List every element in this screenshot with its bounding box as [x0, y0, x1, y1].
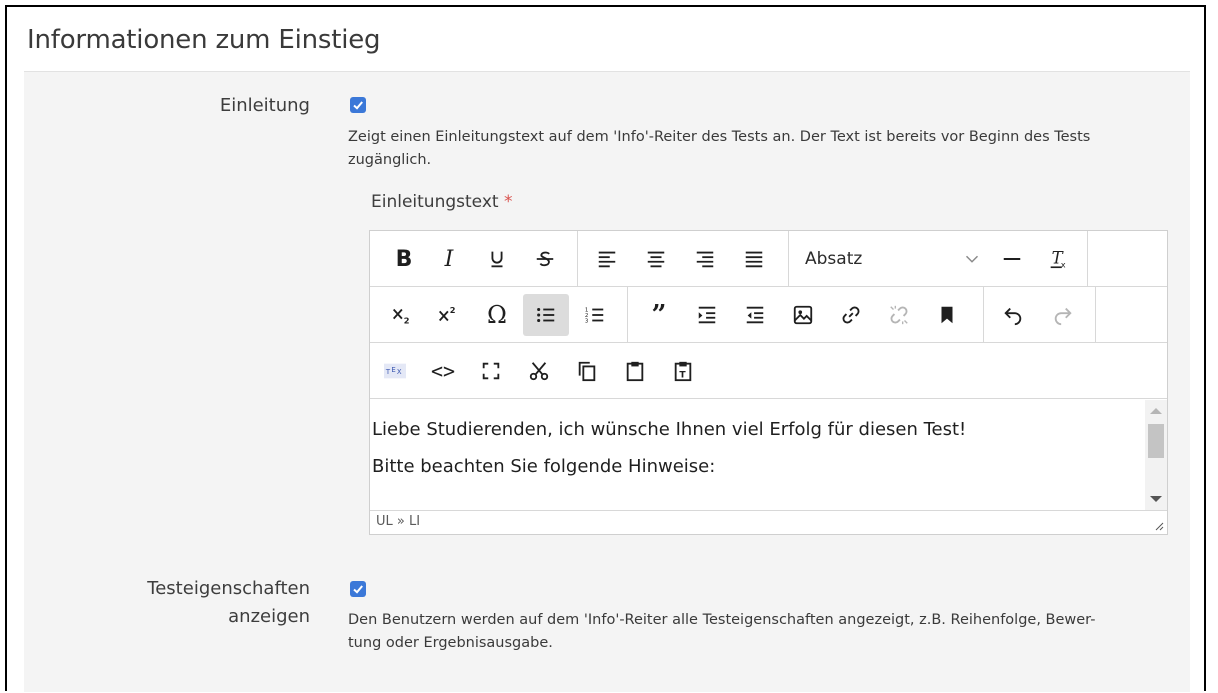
bold-icon[interactable]: B	[381, 238, 427, 280]
resize-handle-icon[interactable]	[1154, 521, 1164, 531]
toolbar-group-text-style: B I	[370, 231, 578, 286]
svg-text:3: 3	[585, 318, 589, 324]
toolbar-group-tools: TEX <> T	[370, 343, 750, 398]
image-icon[interactable]	[780, 294, 826, 336]
element-path[interactable]: UL » LI	[376, 514, 420, 529]
section-title: Informationen zum Einstieg	[27, 25, 381, 55]
checkmark-icon	[353, 101, 363, 110]
numbered-list-icon[interactable]: 123	[572, 294, 618, 336]
editor-content-area[interactable]: Liebe Studierenden, ich wünsche Ihnen vi…	[370, 400, 1144, 510]
editor-statusbar: UL » LI	[370, 510, 1167, 534]
superscript-icon[interactable]: 2	[424, 294, 470, 336]
format-select-value: Absatz	[805, 249, 863, 269]
svg-text:X: X	[397, 368, 402, 376]
settings-panel: Einleitung Zeigt einen Einleitungstext a…	[24, 71, 1190, 692]
toolbar-group-format: Absatz Tx	[789, 231, 1088, 286]
scrollbar-thumb[interactable]	[1148, 424, 1164, 458]
redo-icon[interactable]	[1040, 294, 1086, 336]
editor-label: Einleitungstext *	[371, 192, 512, 212]
content-paragraph-1: Liebe Studierenden, ich wünsche Ihnen vi…	[372, 419, 967, 440]
undo-icon[interactable]	[990, 294, 1036, 336]
rich-text-editor: B I Absatz T x 2 2 Ω 1 2 3 ” T E X <> T …	[369, 230, 1168, 535]
toolbar-group-insert: 2 2 Ω 123	[370, 287, 628, 342]
horizontal-rule-icon[interactable]	[989, 238, 1035, 280]
content-paragraph-2: Bitte beachten Sie folgende Hinweise:	[372, 456, 716, 477]
special-char-icon[interactable]: Ω	[474, 294, 520, 336]
italic-icon[interactable]: I	[426, 238, 472, 280]
editor-scrollbar[interactable]	[1145, 400, 1167, 510]
intro-label: Einleitung	[219, 95, 310, 116]
properties-label-line-2: anzeigen	[228, 606, 310, 627]
tex-icon[interactable]: TEX	[372, 350, 418, 392]
fullscreen-icon[interactable]	[468, 350, 514, 392]
scroll-down-arrow-icon[interactable]	[1150, 496, 1162, 502]
indent-icon[interactable]	[684, 294, 730, 336]
properties-label: Testeigenschaften anzeigen	[60, 575, 310, 631]
align-right-icon[interactable]	[682, 238, 728, 280]
toolbar-row-2: 2 2 Ω 123 ”	[370, 287, 1167, 343]
properties-label-line-1: Testeigenschaften	[147, 578, 310, 599]
settings-frame: Informationen zum Einstieg Einleitung Ze…	[5, 5, 1206, 692]
copy-icon[interactable]	[564, 350, 610, 392]
svg-text:T: T	[679, 369, 686, 380]
align-left-icon[interactable]	[584, 238, 630, 280]
svg-text:2: 2	[450, 305, 456, 315]
toolbar-row-1: B I Absatz T x	[370, 231, 1167, 287]
svg-text:T: T	[385, 368, 391, 376]
editor-label-text: Einleitungstext	[371, 192, 499, 212]
unlink-icon[interactable]	[876, 294, 922, 336]
scroll-up-arrow-icon[interactable]	[1150, 408, 1162, 414]
svg-text:2: 2	[404, 315, 410, 325]
outdent-icon[interactable]	[732, 294, 778, 336]
link-icon[interactable]	[828, 294, 874, 336]
cut-icon[interactable]	[516, 350, 562, 392]
svg-text:E: E	[391, 366, 395, 374]
intro-help-line-2: zugänglich.	[348, 152, 432, 168]
properties-checkbox[interactable]	[350, 581, 366, 597]
toolbar-group-history	[984, 287, 1096, 342]
intro-checkbox[interactable]	[350, 97, 366, 113]
toolbar-group-align	[578, 231, 789, 286]
required-marker: *	[503, 192, 513, 212]
blockquote-icon[interactable]: ”	[636, 294, 682, 336]
bullet-list-icon[interactable]	[523, 294, 569, 336]
svg-text:x: x	[1061, 259, 1066, 269]
source-code-icon[interactable]: <>	[420, 350, 466, 392]
checkmark-icon	[353, 585, 363, 594]
paste-text-icon[interactable]: T	[660, 350, 706, 392]
properties-help-text: Den Benutzern werden auf dem 'Info'-Reit…	[348, 609, 1095, 655]
toolbar-row-3: TEX <> T	[370, 343, 1167, 399]
align-center-icon[interactable]	[633, 238, 679, 280]
subscript-icon[interactable]: 2	[378, 294, 424, 336]
underline-icon[interactable]	[474, 238, 520, 280]
strikethrough-icon[interactable]	[522, 238, 568, 280]
intro-help-text: Zeigt einen Einleitungstext auf dem 'Inf…	[348, 126, 1090, 172]
toolbar-group-block: ”	[628, 287, 984, 342]
clear-formatting-icon[interactable]: Tx	[1035, 238, 1081, 280]
paste-icon[interactable]	[612, 350, 658, 392]
properties-help-line-2: tung oder Ergebnisausgabe.	[348, 635, 553, 651]
align-justify-icon[interactable]	[731, 238, 777, 280]
bookmark-icon[interactable]	[924, 294, 970, 336]
properties-help-line-1: Den Benutzern werden auf dem 'Info'-Reit…	[348, 612, 1096, 628]
intro-help-line-1: Zeigt einen Einleitungstext auf dem 'Inf…	[348, 129, 1091, 145]
